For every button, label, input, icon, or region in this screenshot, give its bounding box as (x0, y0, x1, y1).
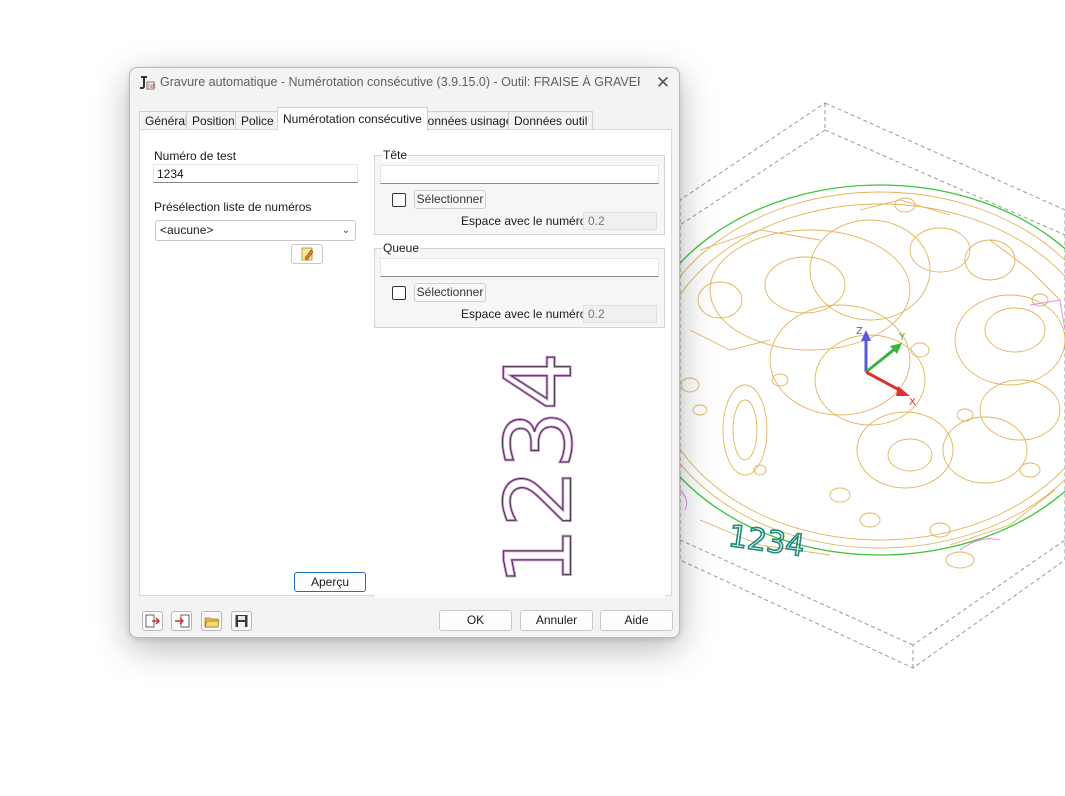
preset-list-label: Présélection liste de numéros (154, 200, 312, 214)
head-group: Tête Sélectionner Espace avec le numéro … (374, 148, 665, 235)
cancel-button[interactable]: Annuler (520, 610, 593, 631)
tail-select-checkbox[interactable] (392, 286, 406, 300)
engraving-dialog: NE Gravure automatique - Numérotation co… (129, 67, 680, 638)
save-icon (235, 615, 248, 627)
head-text-input[interactable] (380, 165, 659, 184)
axis-triad: Z Y X (856, 326, 916, 408)
test-number-input[interactable]: 1234 (153, 164, 358, 183)
engraving-preview: 1234 1234 (375, 341, 665, 598)
tail-text-input[interactable] (380, 258, 659, 277)
tab-numerotation[interactable]: Numérotation consécutive (277, 107, 428, 131)
close-button[interactable]: ✕ (649, 70, 677, 96)
head-group-title: Tête (382, 148, 409, 162)
tab-donnees-usinage[interactable]: Données usinage (413, 111, 519, 131)
svg-text:NE: NE (148, 84, 156, 90)
test-number-label: Numéro de test (154, 149, 237, 163)
close-icon: ✕ (655, 73, 671, 92)
axis-x-label: X (909, 397, 916, 408)
preset-list-select[interactable]: <aucune> ⌄ (155, 220, 356, 241)
import-icon (175, 614, 190, 628)
head-select-checkbox[interactable] (392, 193, 406, 207)
folder-icon (204, 617, 220, 628)
tail-group-title: Queue (382, 241, 421, 255)
help-button[interactable]: Aide (600, 610, 673, 631)
open-folder-button[interactable] (201, 611, 222, 631)
head-spacing-label: Espace avec le numéro (461, 214, 587, 228)
preview-engraving-toolpath: 1234 (485, 352, 592, 586)
head-spacing-field: 0.2 (583, 212, 657, 230)
tail-group: Queue Sélectionner Espace avec le numéro… (374, 241, 665, 328)
window-title: Gravure automatique - Numérotation consé… (160, 75, 640, 89)
preview-drawing: 1234 1234 (484, 351, 594, 588)
import-button[interactable] (171, 611, 192, 631)
pencil-icon (301, 247, 314, 261)
axis-z-label: Z (856, 326, 863, 337)
tail-select-button[interactable]: Sélectionner (414, 283, 486, 302)
chevron-down-icon: ⌄ (341, 225, 350, 236)
edit-list-button[interactable] (291, 244, 323, 264)
tab-donnees-outil[interactable]: Données outil (508, 111, 594, 131)
export-icon (145, 614, 160, 628)
preview-button[interactable]: Aperçu (294, 572, 366, 592)
title-bar[interactable]: NE Gravure automatique - Numérotation co… (130, 68, 679, 98)
head-select-button[interactable]: Sélectionner (414, 190, 486, 209)
app-logo-icon: NE (140, 76, 156, 90)
save-button[interactable] (231, 611, 252, 631)
tail-spacing-label: Espace avec le numéro (461, 307, 587, 321)
tail-spacing-field: 0.2 (583, 305, 657, 323)
tab-police[interactable]: Police (235, 111, 280, 131)
preset-list-value: <aucune> (160, 223, 214, 237)
viewport-engraving-text: 1234 (726, 519, 806, 564)
ok-button[interactable]: OK (439, 610, 512, 631)
export-button[interactable] (142, 611, 163, 631)
tab-position[interactable]: Position (186, 111, 241, 131)
axis-y-label: Y (898, 332, 906, 343)
